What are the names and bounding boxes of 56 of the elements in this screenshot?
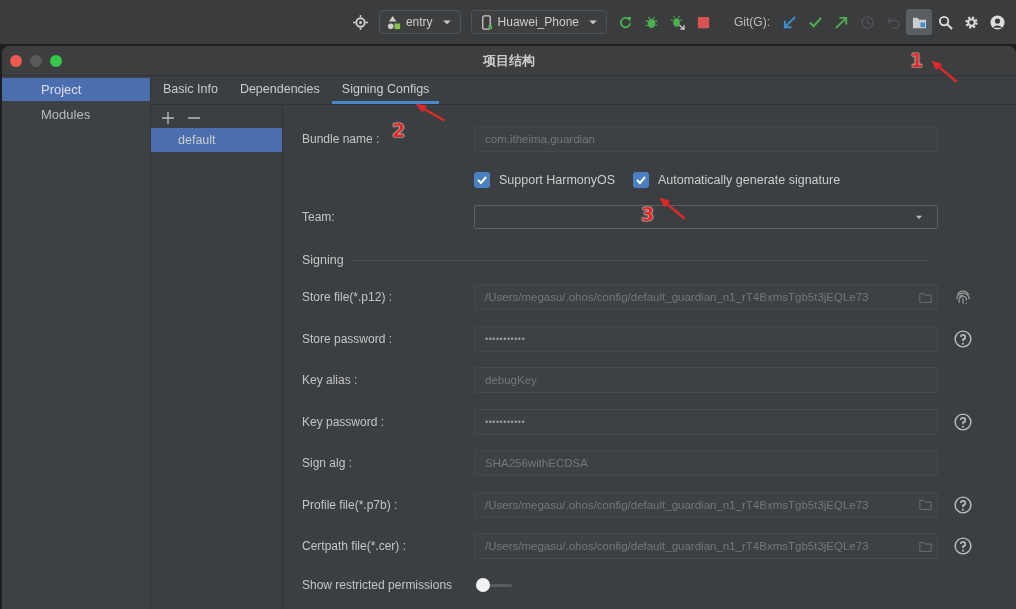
- add-icon[interactable]: [162, 112, 174, 124]
- checkbox[interactable]: [633, 171, 650, 188]
- help-icon[interactable]: [954, 495, 972, 514]
- rerun-icon[interactable]: [617, 14, 633, 30]
- field-label: Store file(*.p12) :: [302, 290, 394, 304]
- annotation-number: 1: [910, 49, 924, 71]
- tab[interactable]: Dependencies: [229, 76, 330, 104]
- config-item[interactable]: default: [151, 128, 282, 152]
- arrow-down-left-icon[interactable]: [781, 14, 797, 30]
- help-icon[interactable]: [954, 329, 972, 348]
- help-icon[interactable]: [954, 412, 972, 431]
- password-field[interactable]: •••••••••••: [474, 325, 938, 352]
- arrow-up-right-icon[interactable]: [833, 14, 849, 30]
- field-label: Sign alg :: [302, 456, 354, 470]
- settings-icon: [963, 14, 979, 30]
- shapes-icon: [386, 14, 402, 30]
- device-dropdown[interactable]: Huawei_Phone: [470, 10, 607, 34]
- field-label: Store password :: [302, 331, 394, 346]
- annotation-number: 2: [392, 119, 406, 141]
- close-button[interactable]: [10, 55, 22, 67]
- tab[interactable]: Signing Configs: [331, 76, 440, 104]
- window-title: 项目结构: [483, 51, 535, 70]
- toolbar-button[interactable]: [906, 9, 932, 35]
- help-icon[interactable]: [954, 537, 972, 555]
- folder-icon: [919, 290, 932, 304]
- git-label: Git(G):: [734, 15, 770, 29]
- annotation-arrow: [414, 103, 446, 122]
- checkbox[interactable]: [474, 171, 490, 188]
- field-label: Key password :: [302, 414, 386, 429]
- toggle-switch[interactable]: [474, 576, 512, 593]
- annotation-number: 3: [641, 203, 655, 225]
- checkbox-label: Automatically generate signature: [658, 172, 841, 187]
- zoom-button[interactable]: [50, 55, 62, 67]
- password-field[interactable]: •••••••••••: [474, 408, 938, 435]
- folder-icon: [919, 539, 932, 553]
- sidebar-item[interactable]: Project: [2, 78, 150, 101]
- search-icon: [937, 14, 953, 30]
- target-icon[interactable]: [353, 14, 369, 30]
- bug-arrow-icon[interactable]: [669, 14, 685, 30]
- stop-icon[interactable]: [695, 14, 711, 30]
- bug-icon[interactable]: [643, 14, 659, 30]
- tab[interactable]: Basic Info: [153, 76, 228, 104]
- field-label: Show restricted permissions: [302, 577, 454, 592]
- section-title: Signing: [302, 253, 344, 267]
- module-dropdown[interactable]: entry: [378, 10, 461, 34]
- field-label: Team:: [302, 209, 336, 224]
- account-icon: [989, 14, 1005, 30]
- field-label: Profile file(*.p7b) :: [302, 497, 399, 512]
- folder-icon: [919, 498, 932, 511]
- checkmark-icon[interactable]: [807, 14, 823, 30]
- field-label: Bundle name :: [302, 132, 381, 146]
- field-label: Certpath file(*.cer) :: [302, 539, 408, 553]
- field-label: Key alias :: [302, 373, 359, 387]
- fingerprint-icon[interactable]: [954, 288, 972, 306]
- checkbox-label: Support HarmonyOS: [499, 172, 616, 187]
- sidebar-item[interactable]: Modules: [2, 103, 150, 126]
